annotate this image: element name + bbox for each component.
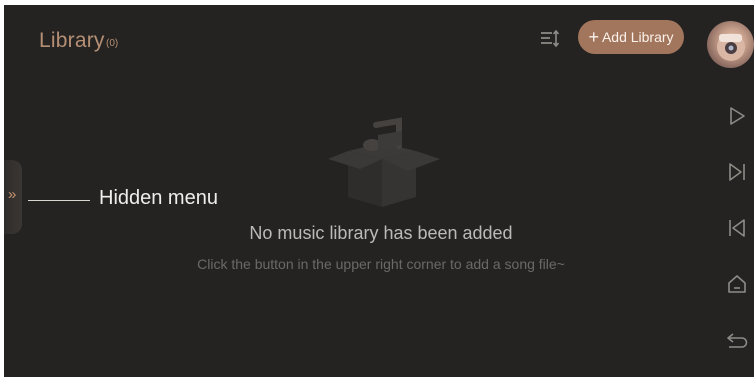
add-library-label: Add Library <box>601 29 674 45</box>
chevron-double-right-icon: » <box>8 186 17 203</box>
empty-state-subtitle: Click the button in the upper right corn… <box>197 256 565 272</box>
empty-state-title: No music library has been added <box>249 223 513 243</box>
skip-next-icon <box>729 163 745 181</box>
page-title: Library <box>39 29 105 52</box>
add-library-button[interactable]: + Add Library <box>578 20 684 54</box>
library-count: (0) <box>106 38 119 49</box>
app-screen: Library (0) + Add Library » Hidden menu … <box>4 5 754 377</box>
home-button[interactable] <box>720 267 754 301</box>
play-button[interactable] <box>720 99 754 133</box>
avatar-image <box>717 33 745 61</box>
play-icon <box>730 107 745 125</box>
home-icon <box>728 275 746 293</box>
sort-button[interactable] <box>538 27 562 51</box>
callout-line <box>28 200 90 201</box>
sort-icon <box>541 29 560 48</box>
skip-next-button[interactable] <box>720 155 754 189</box>
add-icon: + <box>588 27 599 47</box>
hidden-menu-callout: Hidden menu <box>99 187 218 209</box>
music-box-icon <box>328 117 440 207</box>
back-icon <box>727 333 748 348</box>
avatar[interactable] <box>707 21 754 68</box>
back-button[interactable] <box>720 323 754 357</box>
